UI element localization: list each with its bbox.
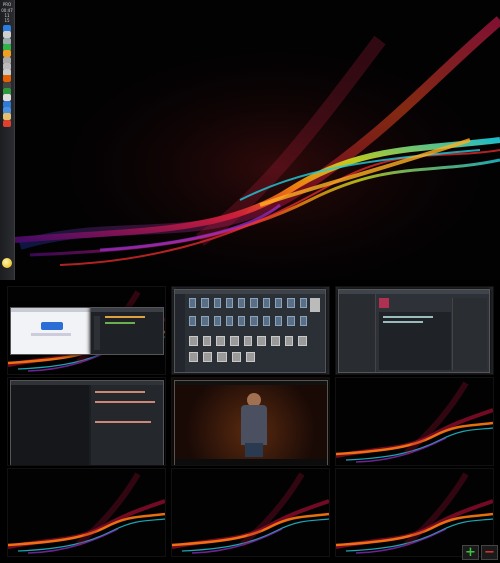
wallpaper-swirl [0,0,500,280]
workspace-wallpaper [336,378,493,465]
workspace-5[interactable] [171,377,330,466]
workspace-7[interactable] [7,468,166,557]
workspace-3[interactable] [335,286,494,375]
dock-top-label: PRO [2,2,12,7]
workspace-8[interactable] [171,468,330,557]
home-orb-icon[interactable] [2,258,12,268]
file-manager-window-thumbnail[interactable] [174,289,326,373]
workspace-6[interactable] [335,377,494,466]
side-dock: PRO 00:47 11 15 [0,0,15,280]
remove-workspace-button[interactable]: − [481,545,498,560]
workspace-controls: + − [462,545,498,560]
workspace-wallpaper [8,469,165,556]
workspace-2[interactable] [171,286,330,375]
desktop-wallpaper: PRO 00:47 11 15 [0,0,500,280]
workspace-wallpaper [172,469,329,556]
workspace-4[interactable] [7,377,166,466]
workspace-9[interactable] [335,468,494,557]
code-editor-window-thumbnail[interactable] [10,380,164,465]
gmail-icon[interactable] [3,119,11,127]
ide-window-thumbnail[interactable] [338,289,490,373]
terminal-window-thumbnail[interactable] [90,307,164,355]
game-window-thumbnail[interactable] [174,380,328,465]
clock-month: 15 [4,18,10,23]
add-workspace-button[interactable]: + [462,545,479,560]
browser-window-thumbnail[interactable] [10,307,94,355]
workspace-1[interactable] [7,286,166,375]
workspace-wallpaper [336,469,493,556]
